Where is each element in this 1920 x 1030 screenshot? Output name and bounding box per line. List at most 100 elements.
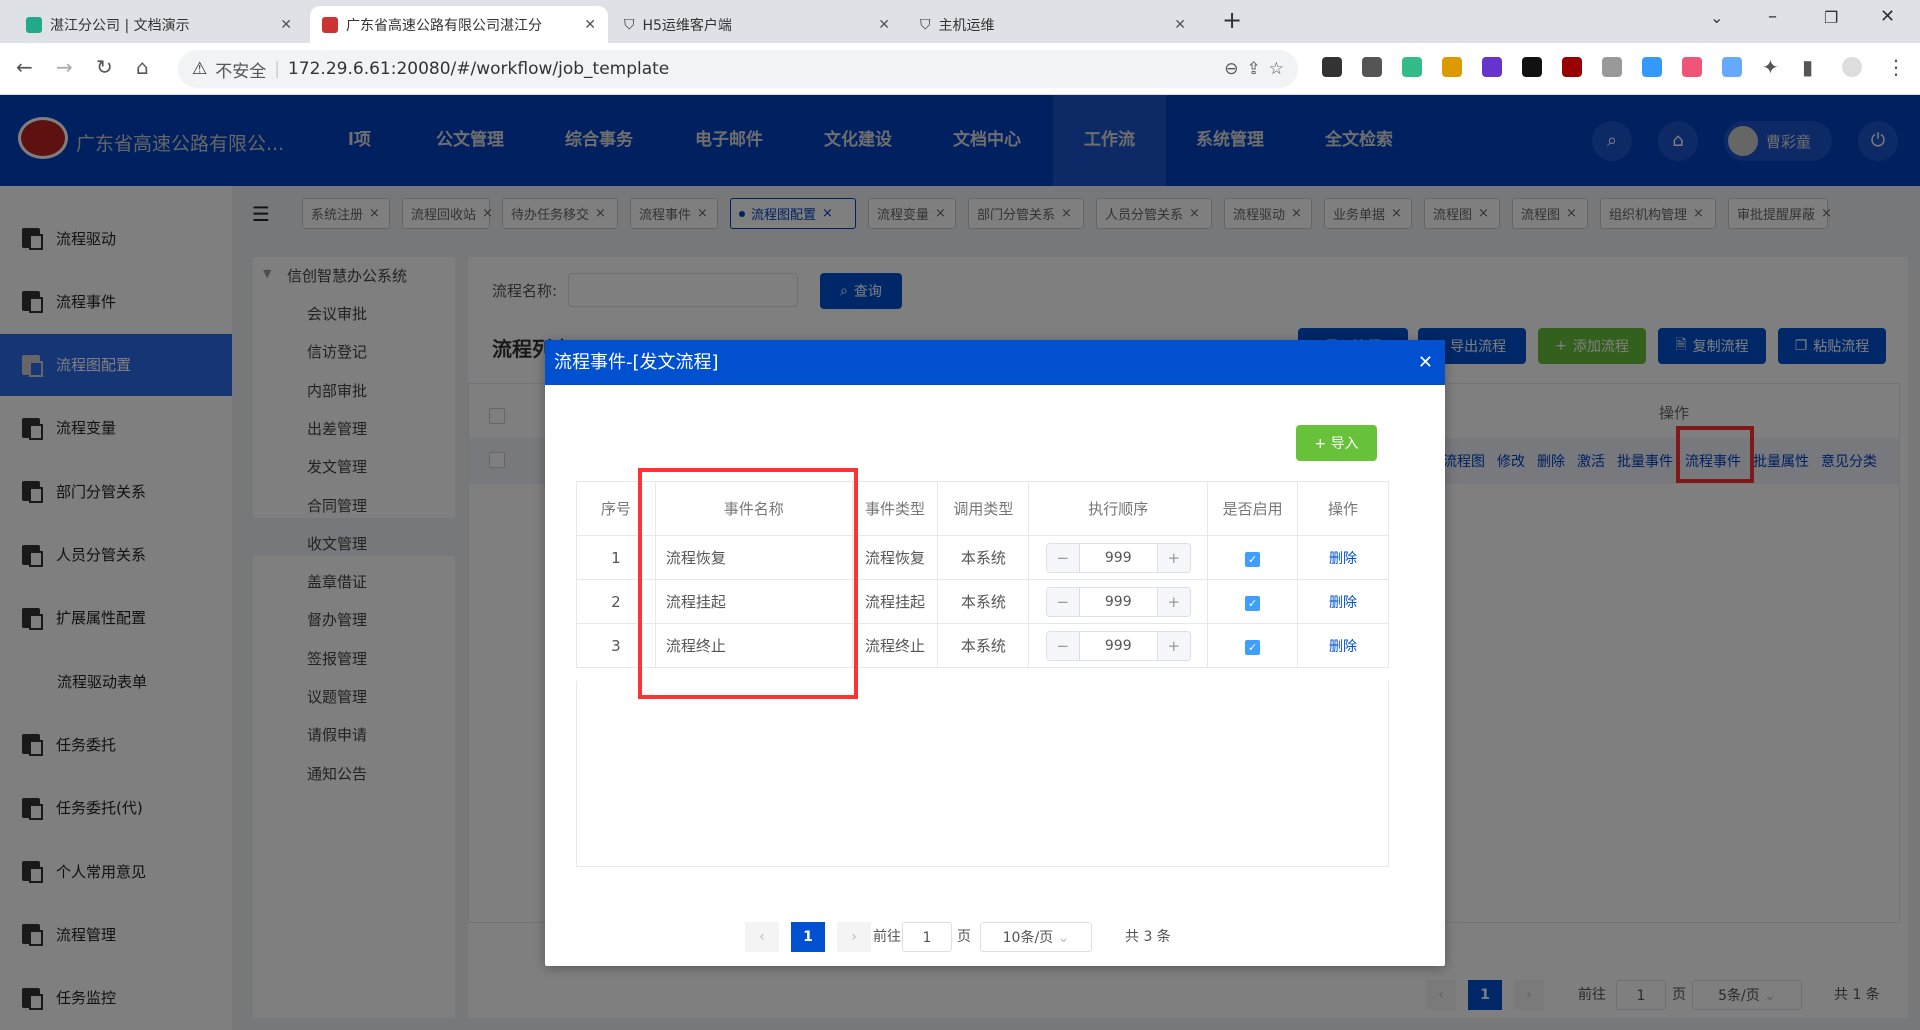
- column-header: 执行顺序: [1028, 481, 1209, 536]
- call-type: 本系统: [937, 535, 1030, 580]
- total-count: 共 3 条: [1125, 929, 1171, 945]
- bookmark-star-icon[interactable]: ☆: [1269, 59, 1284, 79]
- goto-page-input[interactable]: 1: [902, 922, 952, 952]
- ublock-icon[interactable]: [1562, 57, 1582, 77]
- extension-icon[interactable]: [1362, 57, 1382, 77]
- tab-title: 广东省高速公路有限公司湛江分: [346, 17, 542, 34]
- call-type: 本系统: [937, 623, 1030, 668]
- next-page-button[interactable]: ›: [837, 922, 871, 952]
- security-label: 不安全: [215, 61, 267, 82]
- tab-title: H5运维客户端: [642, 17, 732, 34]
- shield-icon: ⛉: [624, 16, 635, 33]
- share-icon[interactable]: ⇪: [1247, 59, 1261, 79]
- goto-label: 前往: [873, 929, 901, 945]
- extension-icon[interactable]: [1722, 57, 1742, 77]
- order-cell: −999 +: [1028, 535, 1209, 580]
- profile-avatar[interactable]: [1842, 57, 1862, 77]
- event-type: 流程恢复: [851, 535, 939, 580]
- chevron-down-icon: ⌄: [1057, 930, 1070, 946]
- browser-tab[interactable]: ⛉ H5运维客户端 ✕: [612, 6, 902, 43]
- column-header: 事件类型: [851, 481, 939, 536]
- enabled-checkbox[interactable]: ✓: [1245, 639, 1261, 655]
- address-bar-row: ← → ↻ ⌂ ⚠ 不安全 | 172.29.6.61:20080/#/work…: [0, 43, 1920, 95]
- close-icon[interactable]: ✕: [1418, 340, 1433, 385]
- close-window-icon[interactable]: ✕: [1880, 6, 1895, 27]
- side-panel-icon[interactable]: ▮: [1802, 55, 1813, 79]
- minus-icon[interactable]: −: [1046, 587, 1079, 616]
- enabled-cell: ✓: [1207, 623, 1299, 668]
- order-stepper[interactable]: −999 +: [1045, 630, 1191, 661]
- page-size-select[interactable]: 10条/页 ⌄: [980, 922, 1092, 952]
- order-value[interactable]: 999: [1078, 543, 1158, 572]
- browser-menu-icon[interactable]: ⋮: [1886, 55, 1906, 79]
- delete-link[interactable]: 删除: [1297, 535, 1389, 580]
- translate-icon[interactable]: [1682, 57, 1702, 77]
- button-label: + 导入: [1314, 436, 1359, 452]
- plus-icon[interactable]: +: [1157, 543, 1190, 572]
- minimize-icon[interactable]: –: [1768, 6, 1777, 27]
- home-icon[interactable]: ⌂: [136, 55, 149, 79]
- order-stepper[interactable]: −999 +: [1045, 586, 1191, 617]
- column-header: 是否启用: [1207, 481, 1299, 536]
- order-value[interactable]: 999: [1078, 631, 1158, 660]
- tab-title: 主机运维: [938, 17, 995, 34]
- enabled-checkbox[interactable]: ✓: [1245, 551, 1261, 567]
- extension-icon[interactable]: [1522, 57, 1542, 77]
- tab-search-icon[interactable]: ⌄: [1710, 8, 1723, 27]
- extensions-puzzle-icon[interactable]: ✦: [1762, 55, 1779, 79]
- column-header: 操作: [1297, 481, 1389, 536]
- qr-icon[interactable]: [1602, 57, 1622, 77]
- extension-icon[interactable]: [1482, 57, 1502, 77]
- delete-link[interactable]: 删除: [1297, 579, 1389, 624]
- prev-page-button[interactable]: ‹: [745, 922, 779, 952]
- back-icon[interactable]: ←: [16, 55, 33, 79]
- column-header: 调用类型: [937, 481, 1030, 536]
- browser-tab-bar: 湛江分公司 | 文档演示 ✕ 广东省高速公路有限公司湛江分 ✕ ⛉ H5运维客户端 ✕ …: [0, 0, 1920, 43]
- order-stepper[interactable]: −999 +: [1045, 542, 1191, 573]
- page-size-value: 10条/页: [1002, 930, 1054, 946]
- import-event-button[interactable]: + 导入: [1296, 425, 1377, 461]
- url-field[interactable]: ⚠ 不安全 | 172.29.6.61:20080/#/workflow/job…: [178, 50, 1298, 88]
- forward-icon[interactable]: →: [56, 55, 73, 79]
- restore-icon[interactable]: ❐: [1824, 8, 1838, 27]
- order-cell: −999 +: [1028, 623, 1209, 668]
- enabled-checkbox[interactable]: ✓: [1245, 595, 1261, 611]
- new-tab-icon[interactable]: +: [1222, 6, 1242, 34]
- url-text: 172.29.6.61:20080/#/workflow/job_templat…: [287, 59, 670, 79]
- close-tab-icon[interactable]: ✕: [280, 17, 292, 33]
- extension-icon[interactable]: [1442, 57, 1462, 77]
- order-cell: −999 +: [1028, 579, 1209, 624]
- dialog-title: 流程事件-[发文流程]: [554, 352, 719, 373]
- call-type: 本系统: [937, 579, 1030, 624]
- plus-icon[interactable]: +: [1157, 631, 1190, 660]
- table-empty-area: [576, 681, 1389, 867]
- reload-icon[interactable]: ↻: [96, 55, 113, 79]
- plus-icon[interactable]: +: [1157, 587, 1190, 616]
- close-tab-icon[interactable]: ✕: [584, 17, 596, 33]
- favicon-icon: [322, 16, 338, 33]
- warning-icon: ⚠: [192, 59, 208, 79]
- page-unit-label: 页: [957, 929, 971, 945]
- zoom-icon[interactable]: ⊖: [1224, 59, 1238, 79]
- minus-icon[interactable]: −: [1046, 631, 1079, 660]
- close-tab-icon[interactable]: ✕: [1174, 17, 1186, 33]
- browser-tab[interactable]: 湛江分公司 | 文档演示 ✕: [14, 6, 304, 43]
- extension-icon[interactable]: [1322, 57, 1342, 77]
- page-1-button[interactable]: 1: [791, 922, 825, 952]
- highlight-box: [638, 468, 858, 699]
- shield-icon: ⛉: [920, 16, 931, 33]
- event-type: 流程挂起: [851, 579, 939, 624]
- event-type: 流程终止: [851, 623, 939, 668]
- vue-devtools-icon[interactable]: [1402, 57, 1422, 77]
- delete-link[interactable]: 删除: [1297, 623, 1389, 668]
- browser-tab-active[interactable]: 广东省高速公路有限公司湛江分 ✕: [310, 6, 608, 43]
- enabled-cell: ✓: [1207, 535, 1299, 580]
- enabled-cell: ✓: [1207, 579, 1299, 624]
- extension-icon[interactable]: [1642, 57, 1662, 77]
- minus-icon[interactable]: −: [1046, 543, 1079, 572]
- favicon-icon: [26, 16, 42, 33]
- order-value[interactable]: 999: [1078, 587, 1158, 616]
- tab-title: 湛江分公司 | 文档演示: [50, 17, 190, 34]
- close-tab-icon[interactable]: ✕: [878, 17, 890, 33]
- browser-tab[interactable]: ⛉ 主机运维 ✕: [908, 6, 1198, 43]
